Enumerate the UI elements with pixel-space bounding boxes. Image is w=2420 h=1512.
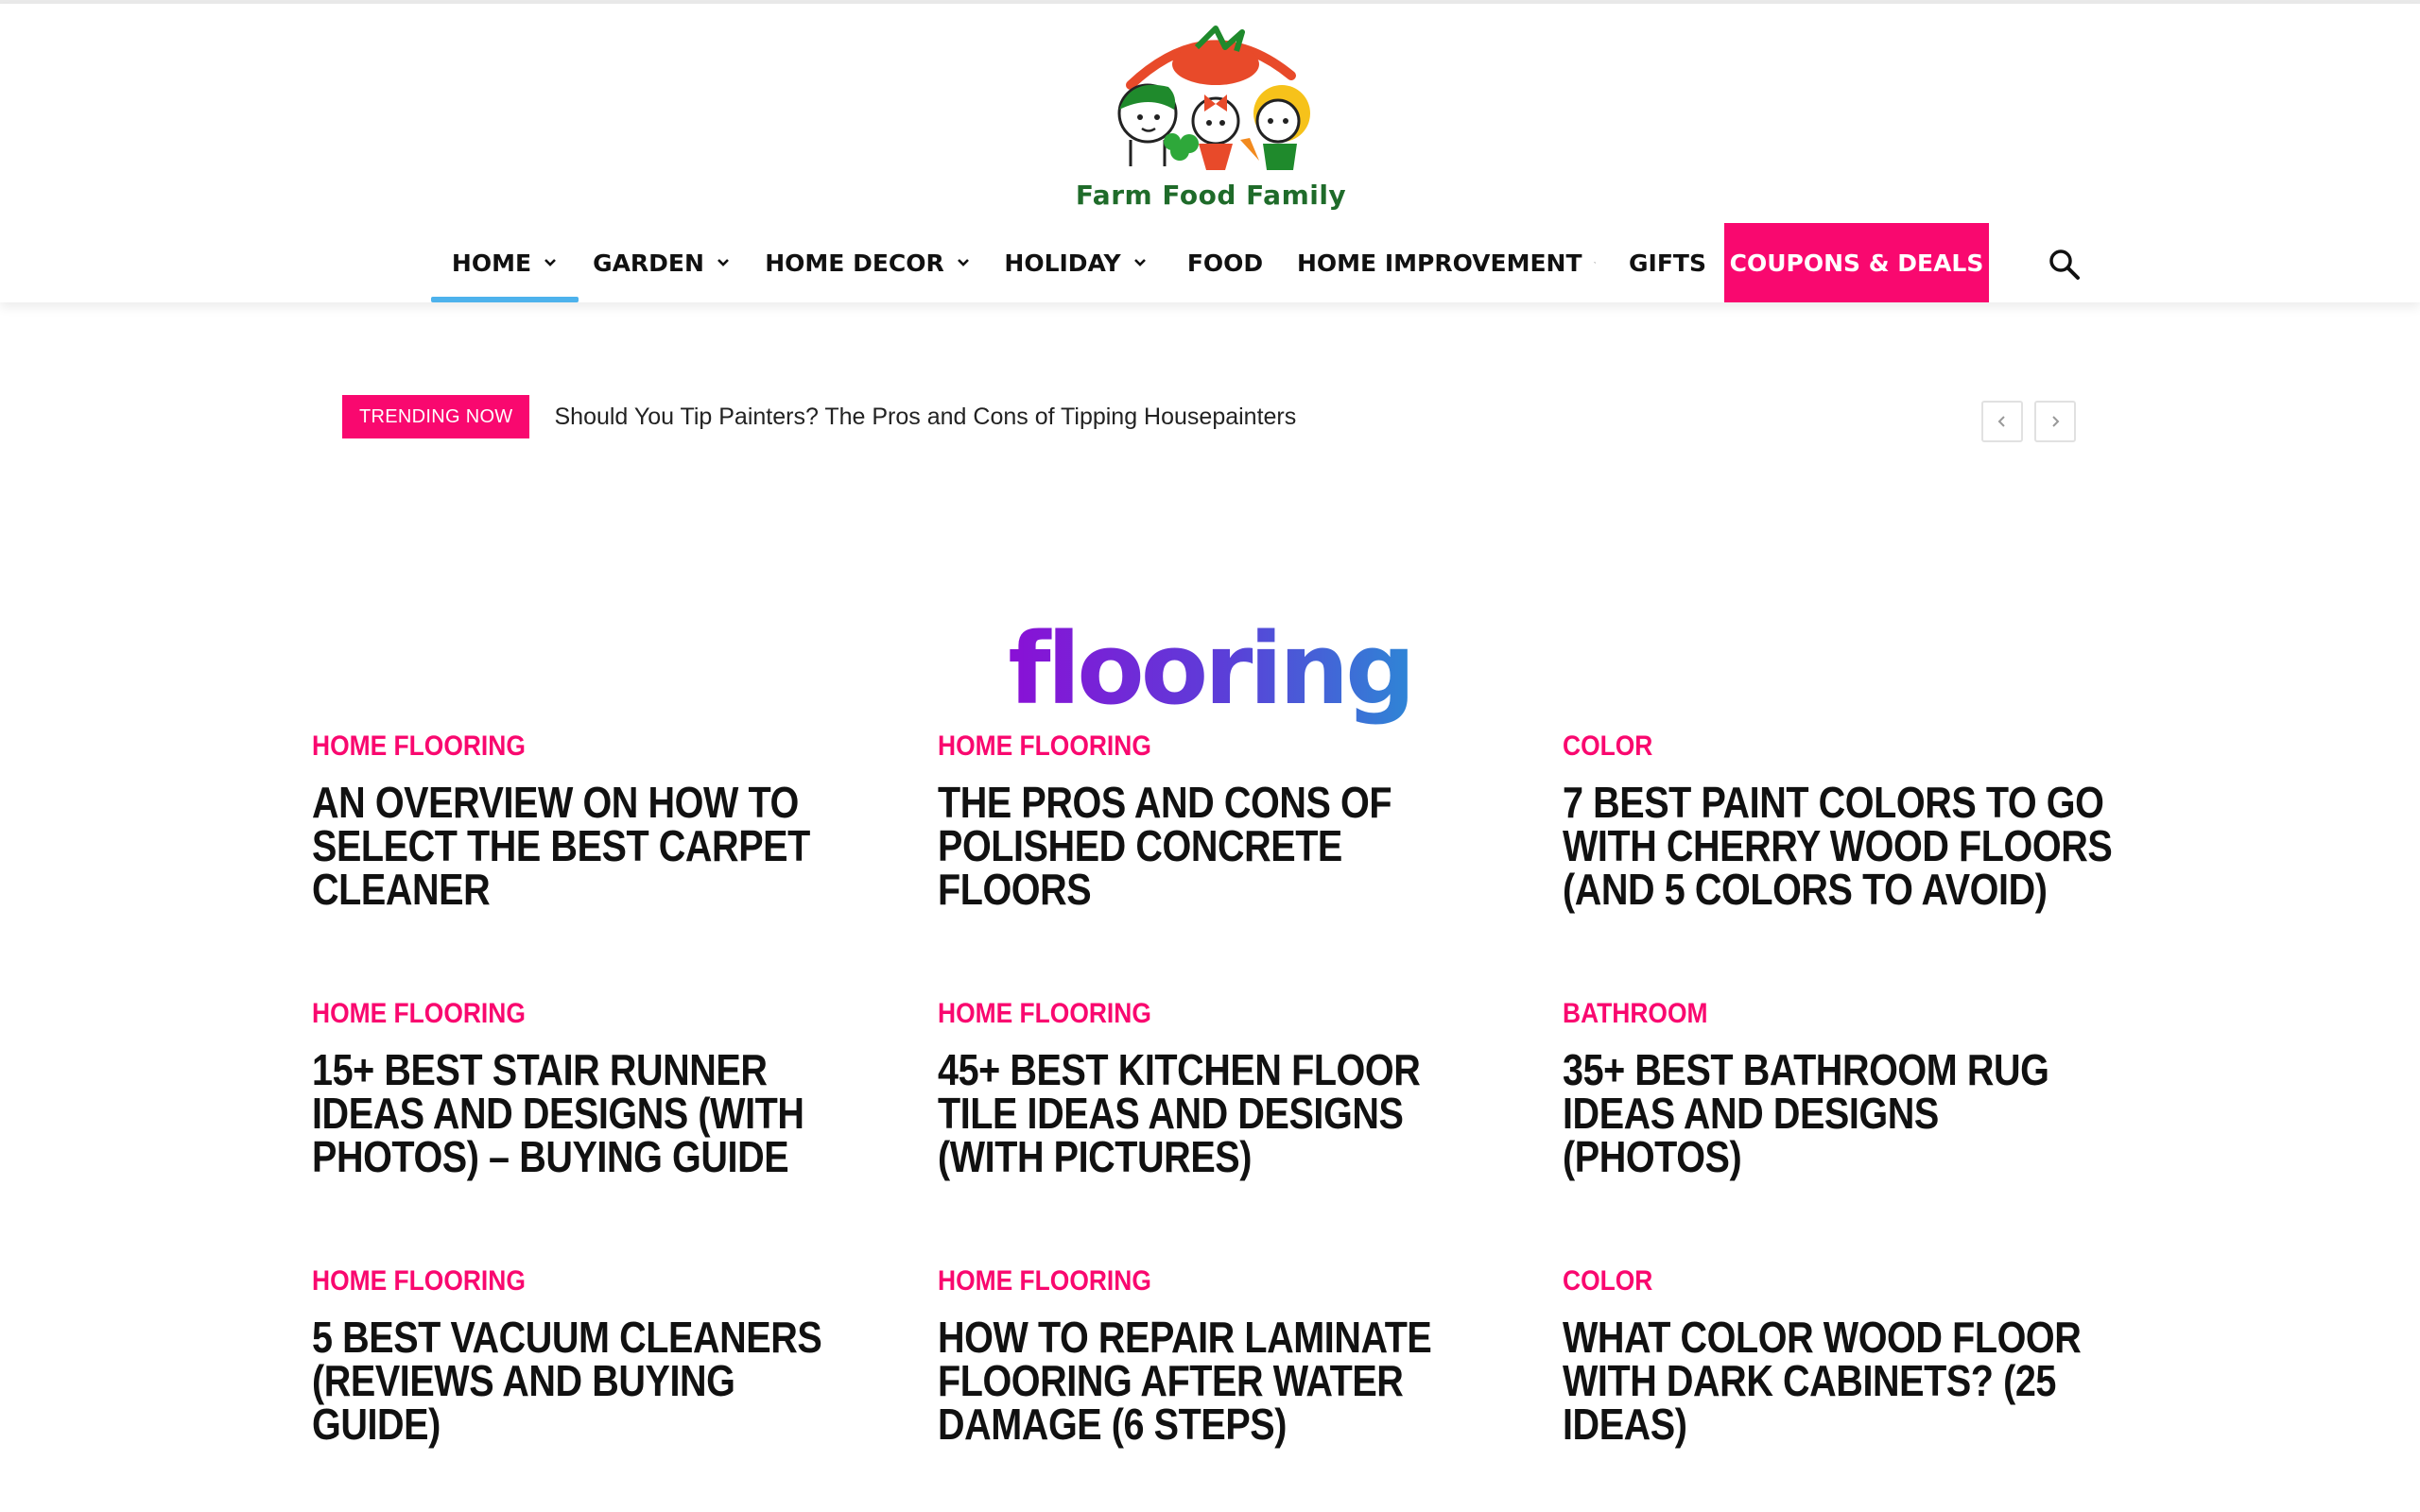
article-card: HOME FLOORING HOW TO REPAIR LAMINATE FLO… bbox=[938, 1264, 1505, 1446]
nav-item-food[interactable]: FOOD bbox=[1178, 223, 1272, 302]
article-card: HOME FLOORING 5 BEST VACUUM CLEANERS (RE… bbox=[312, 1264, 879, 1446]
article-title-link[interactable]: AN OVERVIEW ON HOW TO SELECT THE BEST CA… bbox=[312, 781, 873, 911]
chevron-left-icon bbox=[1997, 416, 2005, 427]
article-category-link[interactable]: HOME FLOORING bbox=[312, 730, 811, 764]
nav-item-label: GARDEN bbox=[593, 249, 704, 277]
article-card: COLOR WHAT COLOR WOOD FLOOR WITH DARK CA… bbox=[1563, 1264, 2130, 1446]
nav-item-label: GIFTS bbox=[1629, 249, 1706, 277]
nav-item-home-improvement[interactable]: HOME IMPROVEMENT bbox=[1297, 223, 1596, 302]
site-logo[interactable]: Farm Food Family bbox=[1074, 19, 1348, 217]
article-title-link[interactable]: 45+ BEST KITCHEN FLOOR TILE IDEAS AND DE… bbox=[938, 1048, 1498, 1178]
nav-item-label: HOME IMPROVEMENT bbox=[1297, 249, 1582, 277]
article-category-link[interactable]: COLOR bbox=[1563, 1264, 2062, 1298]
article-card: HOME FLOORING THE PROS AND CONS OF POLIS… bbox=[938, 730, 1505, 911]
trending-headline-link[interactable]: Should You Tip Painters? The Pros and Co… bbox=[554, 404, 1296, 431]
nav-item-label: FOOD bbox=[1186, 249, 1264, 277]
article-card: HOME FLOORING AN OVERVIEW ON HOW TO SELE… bbox=[312, 730, 879, 911]
chevron-down-icon bbox=[1133, 259, 1146, 266]
category-title: flooring bbox=[0, 620, 2420, 718]
article-title-link[interactable]: WHAT COLOR WOOD FLOOR WITH DARK CABINETS… bbox=[1563, 1315, 2123, 1446]
chevron-down-icon bbox=[717, 259, 729, 266]
article-card: BATHROOM 35+ BEST BATHROOM RUG IDEAS AND… bbox=[1563, 997, 2130, 1178]
site-header: Farm Food Family HOME GARDEN HOME DECOR … bbox=[0, 4, 2420, 302]
chevron-down-icon bbox=[544, 259, 556, 266]
main-nav: HOME GARDEN HOME DECOR HOLIDAY FOOD HOME… bbox=[0, 223, 2420, 302]
nav-item-home[interactable]: HOME bbox=[431, 223, 579, 302]
article-title-link[interactable]: THE PROS AND CONS OF POLISHED CONCRETE F… bbox=[938, 781, 1498, 911]
search-button[interactable] bbox=[2046, 246, 2083, 284]
article-category-link[interactable]: HOME FLOORING bbox=[312, 1264, 811, 1298]
article-title-link[interactable]: 15+ BEST STAIR RUNNER IDEAS AND DESIGNS … bbox=[312, 1048, 873, 1178]
article-title-link[interactable]: 35+ BEST BATHROOM RUG IDEAS AND DESIGNS … bbox=[1563, 1048, 2123, 1178]
article-title-link[interactable]: 5 BEST VACUUM CLEANERS (REVIEWS AND BUYI… bbox=[312, 1315, 873, 1446]
article-title-link[interactable]: HOW TO REPAIR LAMINATE FLOORING AFTER WA… bbox=[938, 1315, 1498, 1446]
nav-item-label: HOME DECOR bbox=[765, 249, 944, 277]
logo-text: Farm Food Family bbox=[1075, 180, 1347, 211]
article-category-link[interactable]: BATHROOM bbox=[1563, 997, 2062, 1031]
trending-next-button[interactable] bbox=[2034, 401, 2076, 442]
nav-item-label: HOME bbox=[451, 249, 532, 277]
nav-item-label: COUPONS & DEALS bbox=[1729, 249, 1984, 277]
article-title-link[interactable]: 7 BEST PAINT COLORS TO GO WITH CHERRY WO… bbox=[1563, 781, 2123, 911]
chevron-right-icon bbox=[2052, 416, 2060, 427]
search-icon bbox=[2049, 249, 2080, 280]
nav-item-label: HOLIDAY bbox=[1004, 249, 1121, 277]
article-category-link[interactable]: HOME FLOORING bbox=[938, 730, 1437, 764]
chevron-down-icon bbox=[957, 259, 969, 266]
trending-prev-button[interactable] bbox=[1981, 401, 2023, 442]
article-card: COLOR 7 BEST PAINT COLORS TO GO WITH CHE… bbox=[1563, 730, 2130, 911]
nav-item-coupons-deals[interactable]: COUPONS & DEALS bbox=[1724, 223, 1989, 302]
article-category-link[interactable]: HOME FLOORING bbox=[312, 997, 811, 1031]
nav-item-garden[interactable]: GARDEN bbox=[586, 223, 737, 302]
nav-item-holiday[interactable]: HOLIDAY bbox=[998, 223, 1153, 302]
article-card: HOME FLOORING 15+ BEST STAIR RUNNER IDEA… bbox=[312, 997, 879, 1178]
chevron-down-icon bbox=[1593, 262, 1596, 264]
article-category-link[interactable]: HOME FLOORING bbox=[938, 997, 1437, 1031]
logo-illustration-icon bbox=[1117, 26, 1310, 170]
article-category-link[interactable]: COLOR bbox=[1563, 730, 2062, 764]
trending-bar: TRENDING NOW Should You Tip Painters? Th… bbox=[342, 395, 1296, 438]
nav-item-home-decor[interactable]: HOME DECOR bbox=[760, 223, 976, 302]
trending-badge: TRENDING NOW bbox=[342, 395, 530, 438]
nav-item-gifts[interactable]: GIFTS bbox=[1622, 223, 1713, 302]
article-card: HOME FLOORING 45+ BEST KITCHEN FLOOR TIL… bbox=[938, 997, 1505, 1178]
category-title-text: flooring bbox=[1008, 610, 1415, 727]
article-category-link[interactable]: HOME FLOORING bbox=[938, 1264, 1437, 1298]
